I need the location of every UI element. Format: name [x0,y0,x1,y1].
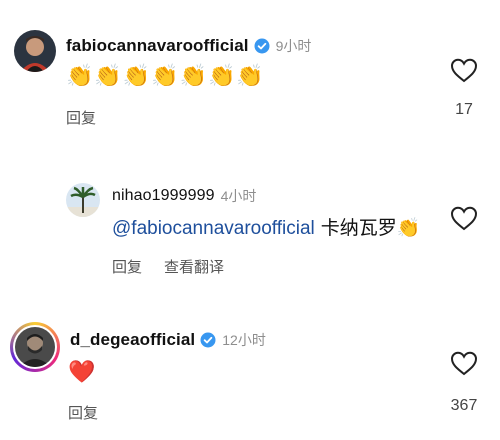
verified-badge-icon [200,332,216,348]
comment-actions: 回复 [66,107,96,128]
username[interactable]: fabiocannavaroofficial [66,36,249,56]
like-count: 17 [455,101,473,118]
see-translation-button[interactable]: 查看翻译 [164,256,224,277]
heart-outline-icon[interactable] [449,349,479,377]
reply-button[interactable]: 回复 [68,402,98,423]
avatar-degea[interactable] [10,322,60,372]
avatar-fabiocannavaro[interactable] [14,30,56,72]
heart-outline-icon[interactable] [449,204,479,232]
timestamp: 4小时 [220,188,257,204]
comment-text: 👏👏👏👏👏👏👏 [66,64,265,89]
heart-outline-icon[interactable] [449,56,479,84]
comment-actions: 回复 [68,402,98,423]
comment-text: ❤️ [68,360,96,385]
comment-header: nihao1999999 4小时 [112,186,256,206]
comment-header: fabiocannavaroofficial 9小时 [66,36,311,56]
timestamp: 9小时 [275,38,312,54]
comment-text: @fabiocannavaroofficial 卡纳瓦罗👏 [112,213,420,240]
username[interactable]: d_degeaofficial [70,330,195,350]
reply-button[interactable]: 回复 [66,107,96,128]
verified-badge-icon [254,38,270,54]
timestamp: 12小时 [222,332,266,348]
reply-button[interactable]: 回复 [112,256,142,277]
like-count: 367 [450,397,478,414]
comment-message: 卡纳瓦罗👏 [314,217,421,239]
comment-actions: 回复 查看翻译 [112,256,224,277]
avatar-nihao1999999[interactable] [66,183,100,217]
comment-header: d_degeaofficial 12小时 [70,330,266,350]
username[interactable]: nihao1999999 [112,187,215,205]
mention-link[interactable]: @fabiocannavaroofficial [112,218,315,239]
